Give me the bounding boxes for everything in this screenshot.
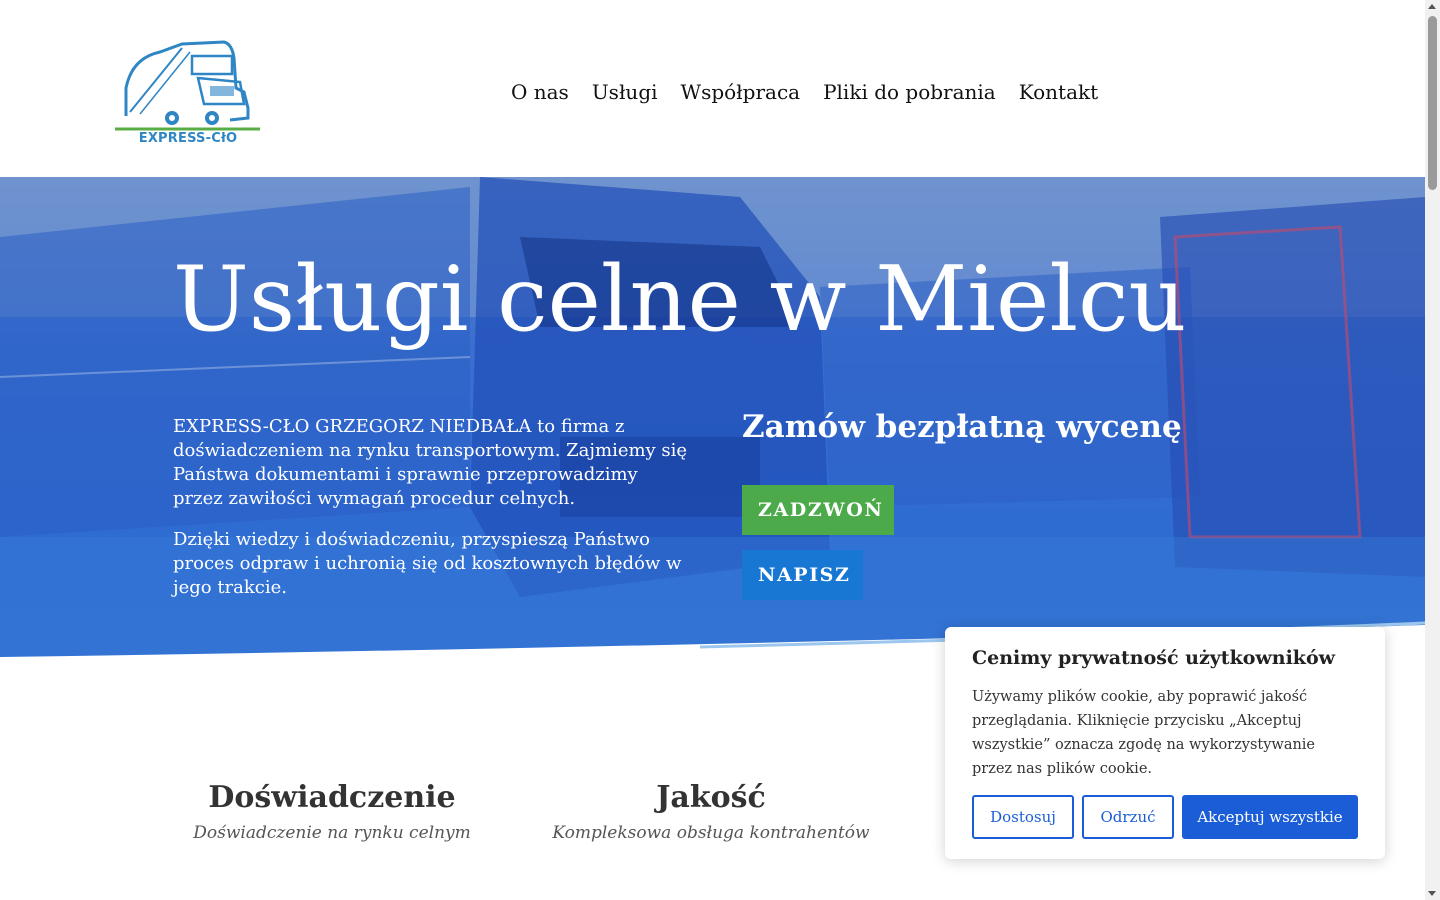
site-header: EXPRESS-CłO O nas Usługi Współpraca Plik…: [0, 0, 1425, 177]
hero-section: Usługi celne w Mielcu EXPRESS-CŁO GRZEGO…: [0, 177, 1425, 659]
truck-logo-icon: [115, 40, 260, 131]
hero-description-2: Dzięki wiedzy i doświadczeniu, przyspies…: [173, 529, 682, 598]
cookie-reject-button[interactable]: Odrzuć: [1082, 795, 1174, 839]
nav-item-o-nas[interactable]: O nas: [511, 80, 569, 104]
call-button[interactable]: ZADZWOŃ: [742, 485, 894, 535]
cookie-title: Cenimy prywatność użytkowników: [972, 647, 1335, 669]
feature-title: Jakość: [656, 780, 766, 815]
quote-heading: Zamów bezpłatną wycenę: [742, 409, 1182, 445]
nav-item-wspolpraca[interactable]: Współpraca: [681, 80, 801, 104]
nav-item-kontakt[interactable]: Kontakt: [1019, 80, 1098, 104]
hero-title: Usługi celne w Mielcu: [173, 247, 1187, 352]
main-nav: O nas Usługi Współpraca Pliki do pobrani…: [511, 80, 1098, 104]
scrollbar-thumb[interactable]: [1428, 16, 1437, 190]
nav-item-pliki[interactable]: Pliki do pobrania: [823, 80, 996, 104]
hero-description-1: EXPRESS-CŁO GRZEGORZ NIEDBAŁA to firma z…: [173, 416, 688, 509]
feature-experience: Doświadczenie Doświadczenie na rynku cel…: [162, 780, 502, 843]
cookie-accept-button[interactable]: Akceptuj wszystkie: [1182, 795, 1358, 839]
scroll-down-arrow-icon[interactable]: [1428, 891, 1436, 896]
cookie-customize-button[interactable]: Dostosuj: [972, 795, 1074, 839]
cookie-text: Używamy plików cookie, aby poprawić jako…: [972, 689, 1316, 777]
feature-quality: Jakość Kompleksowa obsługa kontrahentów: [541, 780, 881, 843]
nav-item-uslugi[interactable]: Usługi: [592, 80, 658, 104]
logo-text: EXPRESS-CłO: [138, 131, 238, 146]
write-button[interactable]: NAPISZ: [742, 550, 863, 600]
feature-subtitle: Kompleksowa obsługa kontrahentów: [552, 823, 870, 843]
feature-title: Doświadczenie: [208, 780, 456, 815]
page-scrollbar[interactable]: [1425, 0, 1440, 900]
cookie-buttons: Dostosuj Odrzuć Akceptuj wszystkie: [972, 795, 1358, 839]
cookie-consent-panel: Cenimy prywatność użytkowników Używamy p…: [945, 627, 1385, 859]
logo[interactable]: EXPRESS-CłO: [112, 38, 264, 150]
scroll-up-arrow-icon[interactable]: [1428, 4, 1436, 9]
feature-subtitle: Doświadczenie na rynku celnym: [193, 823, 471, 843]
